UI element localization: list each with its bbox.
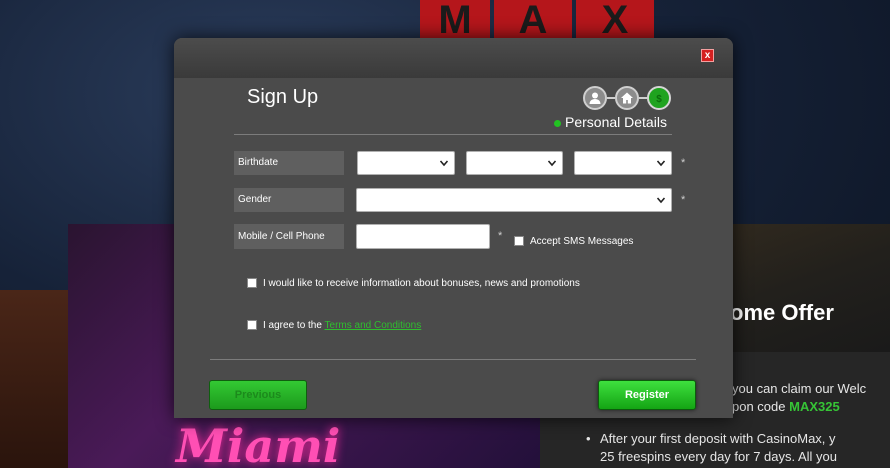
birthdate-month-select[interactable] — [466, 151, 563, 175]
svg-text:$: $ — [656, 94, 662, 105]
casino-logo[interactable]: M A X — [420, 0, 654, 40]
logo-letter-m: M — [420, 0, 490, 40]
terms-checkbox[interactable] — [247, 320, 257, 330]
game-banner-title: Miami — [176, 419, 341, 468]
modal-header: x — [174, 38, 733, 78]
offer-bullet: • — [586, 431, 591, 446]
step-connector — [607, 97, 615, 99]
left-promo-image — [0, 290, 68, 468]
offer-line-1: you can claim our Welc — [732, 381, 867, 396]
home-icon — [615, 86, 639, 110]
logo-letter-a: A — [494, 0, 572, 40]
required-marker: * — [498, 230, 503, 242]
modal-body: Sign Up $ Personal Details Birthdate * G… — [174, 78, 733, 418]
terms-label: I agree to the Terms and Conditions — [263, 320, 421, 331]
previous-button[interactable]: Previous — [209, 380, 307, 410]
birthdate-year-select[interactable] — [574, 151, 672, 175]
user-icon — [583, 86, 607, 110]
gender-label: Gender — [234, 188, 344, 212]
active-step-dot — [554, 119, 561, 127]
close-button[interactable]: x — [701, 49, 714, 62]
birthdate-day-select[interactable] — [357, 151, 455, 175]
sms-checkbox-label: Accept SMS Messages — [530, 236, 634, 247]
birthdate-label: Birthdate — [234, 151, 344, 175]
offer-code-prefix: pon code — [732, 399, 790, 414]
header-divider — [234, 134, 672, 135]
step-indicator: $ — [583, 86, 671, 110]
step-connector — [639, 97, 647, 99]
mobile-phone-input[interactable] — [356, 224, 490, 249]
offer-line-2: pon code MAX325 — [732, 398, 840, 416]
signup-modal: x Sign Up $ Personal Details Birthdate *… — [174, 38, 733, 418]
offer-coupon-code: MAX325 — [789, 399, 840, 414]
offer-line-3: After your first deposit with CasinoMax,… — [600, 431, 836, 446]
footer-divider — [210, 359, 696, 360]
required-marker: * — [681, 194, 686, 206]
bonus-info-label: I would like to receive information abou… — [263, 278, 580, 289]
chevron-down-icon — [657, 160, 665, 167]
sms-checkbox[interactable] — [514, 236, 524, 246]
gender-select[interactable] — [356, 188, 672, 212]
active-step-label: Personal Details — [554, 114, 667, 130]
bonus-info-checkbox[interactable] — [247, 278, 257, 288]
chevron-down-icon — [440, 160, 448, 167]
required-marker: * — [681, 157, 686, 169]
chevron-down-icon — [657, 197, 665, 204]
terms-link[interactable]: Terms and Conditions — [325, 320, 422, 331]
modal-title: Sign Up — [247, 86, 319, 108]
offer-line-4: 25 freespins every day for 7 days. All y… — [600, 449, 838, 464]
active-step-text: Personal Details — [565, 114, 667, 130]
terms-prefix: I agree to the — [263, 320, 325, 331]
mobile-label: Mobile / Cell Phone — [234, 224, 344, 249]
offer-heading: ome Offer — [730, 300, 834, 325]
logo-letter-x: X — [576, 0, 654, 40]
register-button[interactable]: Register — [598, 380, 696, 410]
chevron-down-icon — [548, 160, 556, 167]
dollar-icon: $ — [647, 86, 671, 110]
